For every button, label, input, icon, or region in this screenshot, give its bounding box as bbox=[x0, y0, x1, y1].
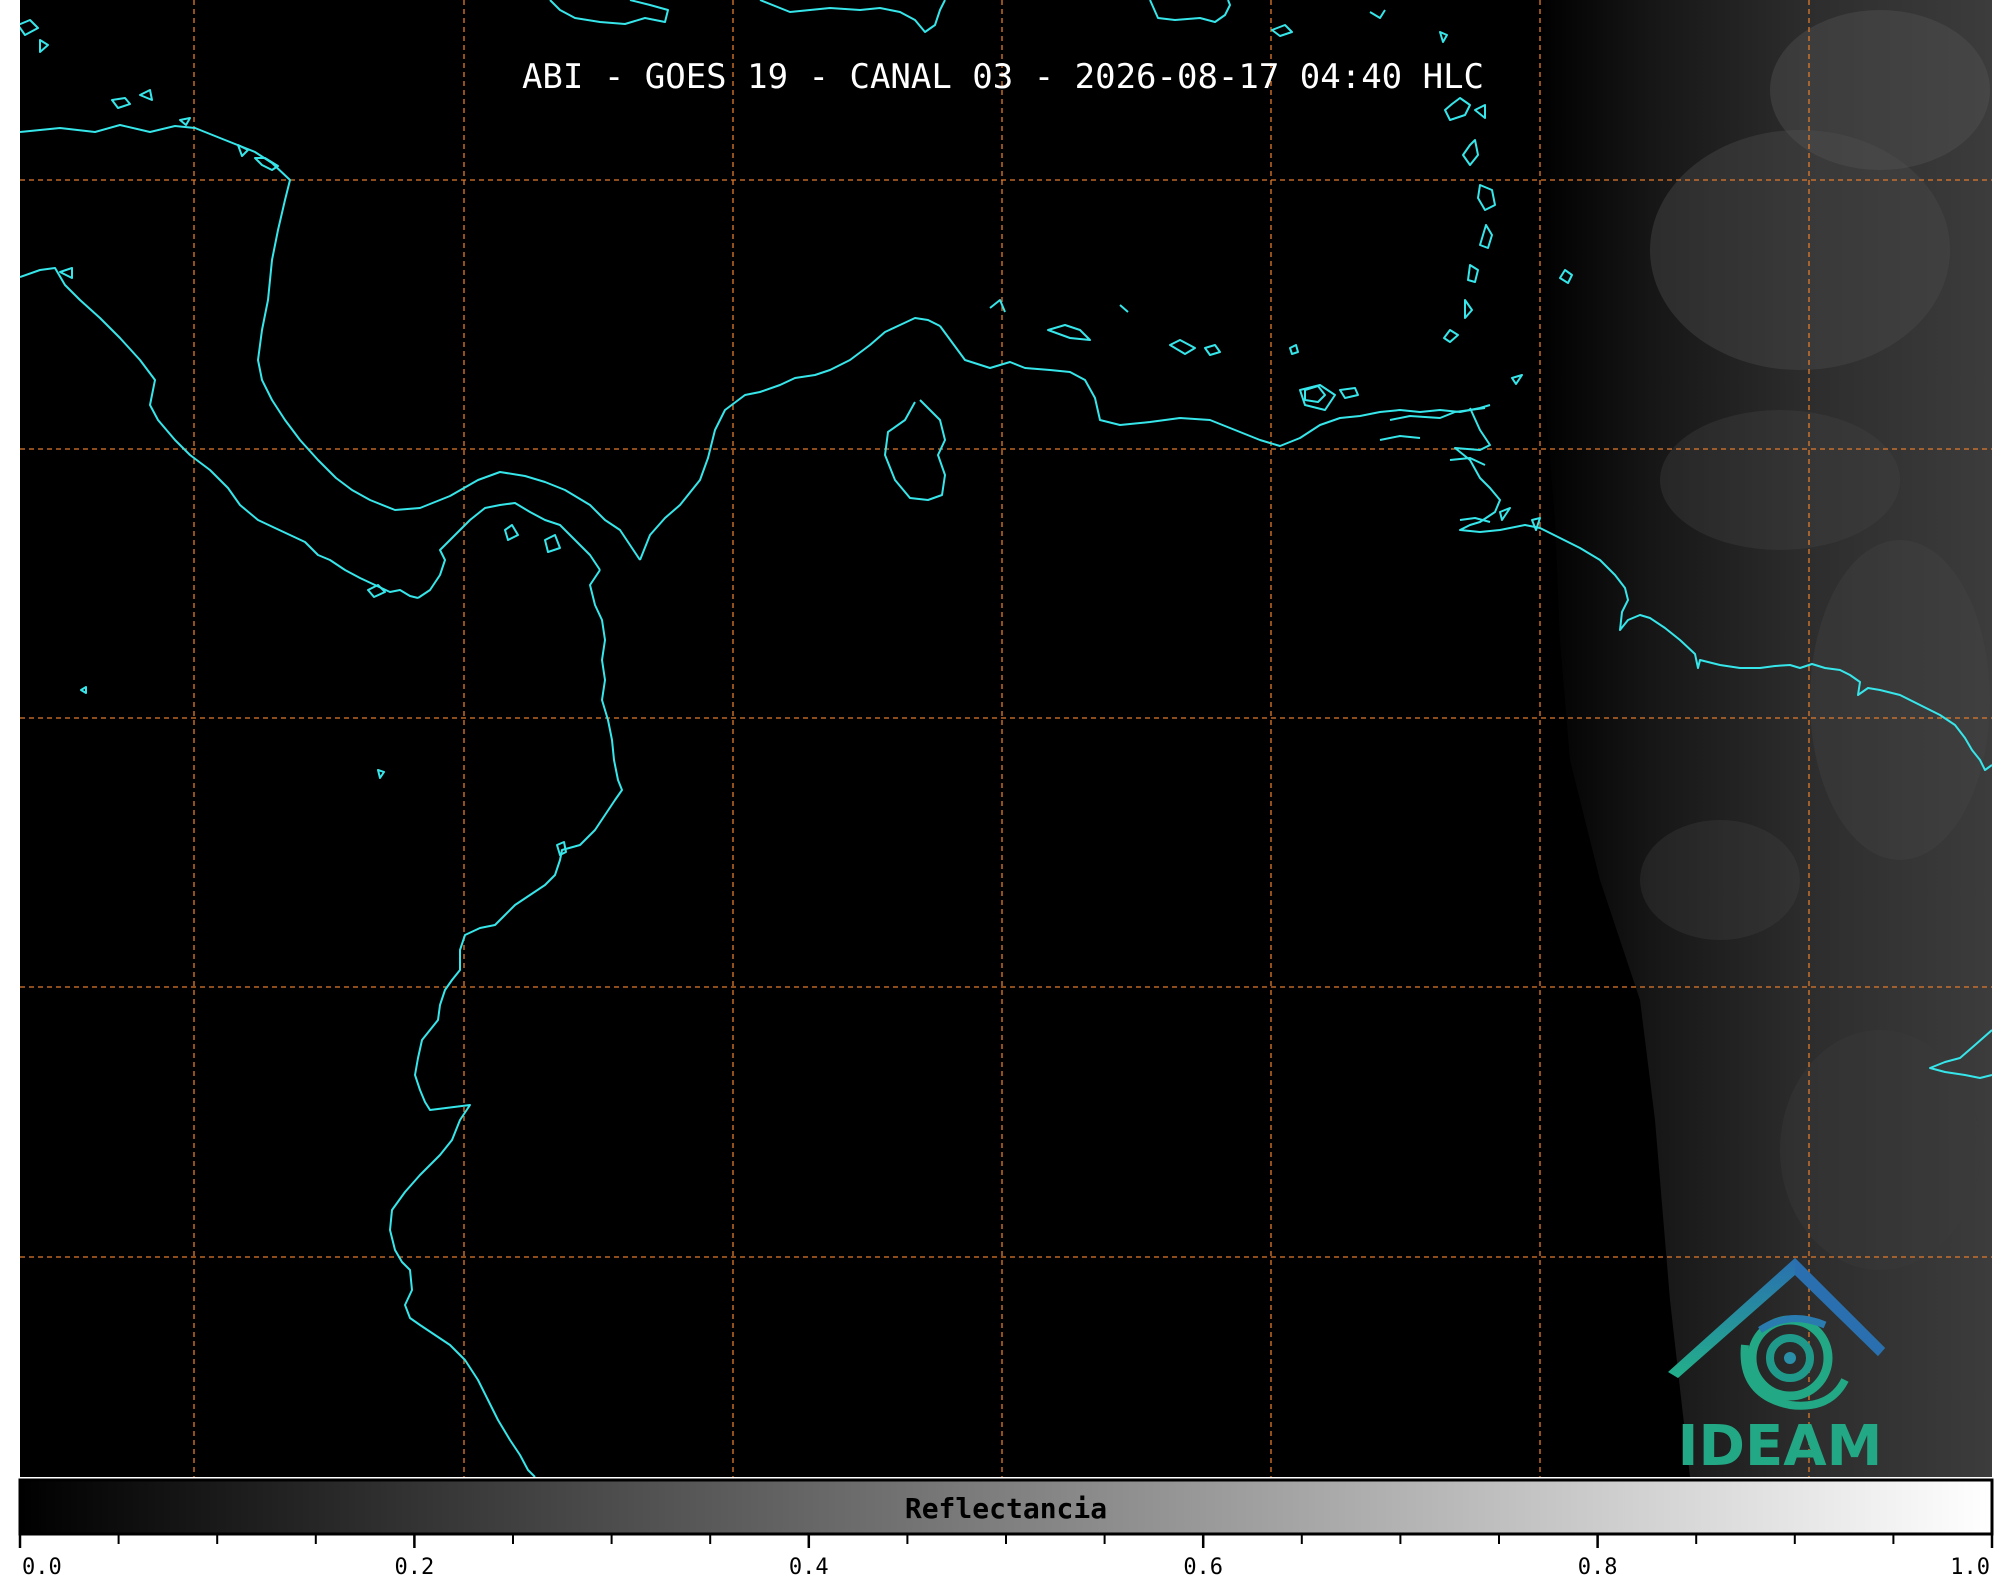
colorbar-tick-label: 0.2 bbox=[395, 1555, 435, 1577]
colorbar-tick-label: 0.6 bbox=[1183, 1555, 1223, 1577]
colorbar-tick-label: 1.0 bbox=[1950, 1555, 1990, 1577]
colorbar-tick-label: 0.4 bbox=[789, 1555, 829, 1577]
colorbar-tick-label: 0.8 bbox=[1578, 1555, 1618, 1577]
colorbar-label: Reflectancia bbox=[905, 1492, 1107, 1525]
map-title: ABI - GOES 19 - CANAL 03 - 2026-08-17 04… bbox=[522, 57, 1484, 97]
colorbar: Reflectancia 0.0 0.2 0.4 0.6 0.8 1.0 bbox=[18, 1478, 1994, 1577]
logo-text: IDEAM bbox=[1678, 1414, 1883, 1479]
satellite-map: ABI - GOES 19 - CANAL 03 - 2026-08-17 04… bbox=[18, 0, 1994, 1577]
colorbar-tick-label: 0.0 bbox=[22, 1555, 62, 1577]
colorbar-ticks: 0.0 0.2 0.4 0.6 0.8 1.0 bbox=[18, 1534, 1994, 1577]
